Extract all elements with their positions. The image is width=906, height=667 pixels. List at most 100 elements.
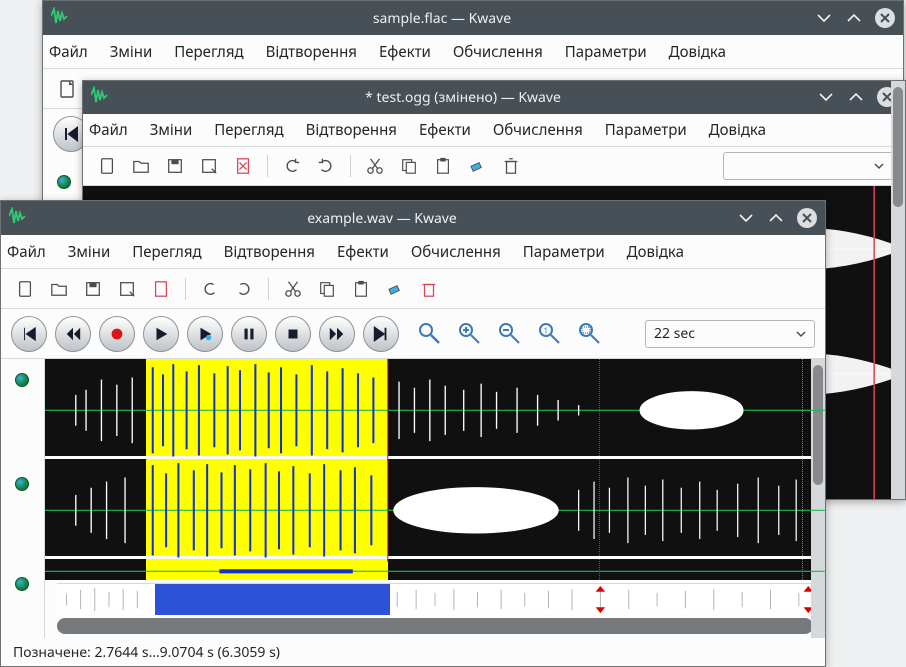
menu-help[interactable]: Довідка — [627, 242, 684, 262]
menu-edit[interactable]: Зміни — [150, 120, 193, 140]
skip-start-button[interactable] — [11, 316, 47, 352]
pause-button[interactable] — [231, 316, 267, 352]
vertical-scrollbar[interactable] — [891, 81, 905, 499]
menu-playback[interactable]: Відтворення — [224, 242, 315, 262]
minimize-icon[interactable] — [737, 209, 755, 227]
cut-icon[interactable] — [363, 154, 387, 178]
waveform — [45, 459, 825, 562]
minimize-icon[interactable] — [817, 88, 835, 106]
menu-view[interactable]: Перегляд — [174, 42, 243, 62]
zoom-combo[interactable] — [723, 152, 893, 180]
menu-help[interactable]: Довідка — [669, 42, 726, 62]
copy-icon[interactable] — [315, 277, 339, 301]
undo-icon[interactable] — [198, 277, 222, 301]
new-icon[interactable] — [95, 154, 119, 178]
save-icon[interactable] — [163, 154, 187, 178]
zoom-combo[interactable]: 22 sec — [645, 320, 815, 348]
toolbar — [83, 147, 905, 186]
overview-bar[interactable] — [57, 583, 813, 615]
menu-view[interactable]: Перегляд — [214, 120, 283, 140]
waveform-area — [1, 359, 825, 638]
close-file-icon[interactable] — [149, 277, 173, 301]
play-loop-button[interactable] — [187, 316, 223, 352]
paste-icon[interactable] — [431, 154, 455, 178]
eraser-icon[interactable] — [383, 277, 407, 301]
time-marker — [802, 359, 803, 456]
redo-icon[interactable] — [314, 154, 338, 178]
maximize-icon[interactable] — [845, 9, 863, 27]
menu-calc[interactable]: Обчислення — [411, 242, 501, 262]
window-title: * test.ogg (змінено) — Kwave — [117, 88, 809, 107]
menu-edit[interactable]: Зміни — [110, 42, 153, 62]
window-title: sample.flac — Kwave — [77, 9, 807, 28]
menu-settings[interactable]: Параметри — [605, 120, 687, 140]
redo-icon[interactable] — [232, 277, 256, 301]
zoom-fit-icon[interactable] — [577, 321, 603, 347]
menu-help[interactable]: Довідка — [709, 120, 766, 140]
zoom-out-icon[interactable] — [497, 321, 523, 347]
separator — [185, 278, 186, 300]
open-icon[interactable] — [129, 154, 153, 178]
menu-effects[interactable]: Ефекти — [419, 120, 471, 140]
save-as-icon[interactable] — [197, 154, 221, 178]
zoom-in-icon[interactable] — [457, 321, 483, 347]
close-icon[interactable] — [875, 8, 895, 28]
minimize-icon[interactable] — [815, 9, 833, 27]
menu-settings[interactable]: Параметри — [565, 42, 647, 62]
eraser-icon[interactable] — [465, 154, 489, 178]
zoom-one-icon[interactable]: 1 — [537, 321, 563, 347]
forward-button[interactable] — [319, 316, 355, 352]
toolbar — [1, 269, 825, 309]
menu-playback[interactable]: Відтворення — [306, 120, 397, 140]
menu-effects[interactable]: Ефекти — [379, 42, 431, 62]
maximize-icon[interactable] — [847, 88, 865, 106]
menu-file[interactable]: Файл — [7, 242, 46, 262]
new-icon[interactable] — [55, 77, 79, 101]
paste-icon[interactable] — [349, 277, 373, 301]
titlebar[interactable]: * test.ogg (змінено) — Kwave — [83, 81, 905, 114]
close-file-icon[interactable] — [231, 154, 255, 178]
copy-icon[interactable] — [397, 154, 421, 178]
record-button[interactable] — [99, 316, 135, 352]
scrollbar-thumb[interactable] — [57, 618, 813, 634]
track-lamp[interactable] — [57, 175, 71, 189]
track-lamp-2[interactable] — [15, 477, 29, 491]
horizontal-scrollbar[interactable] — [57, 618, 813, 634]
menu-view[interactable]: Перегляд — [132, 242, 201, 262]
track-lamp-3[interactable] — [15, 577, 29, 591]
menu-file[interactable]: Файл — [89, 120, 128, 140]
menu-edit[interactable]: Зміни — [68, 242, 111, 262]
status-bar: Позначене: 2.7644 s…9.0704 s (6.3059 s) — [1, 638, 825, 666]
chevron-down-icon — [796, 329, 806, 339]
close-icon[interactable] — [797, 208, 817, 228]
menu-effects[interactable]: Ефекти — [337, 242, 389, 262]
skip-end-button[interactable] — [363, 316, 399, 352]
menu-calc[interactable]: Обчислення — [493, 120, 583, 140]
rewind-button[interactable] — [55, 316, 91, 352]
zoom-select-icon[interactable] — [417, 321, 443, 347]
separator — [350, 155, 351, 177]
cut-icon[interactable] — [281, 277, 305, 301]
titlebar[interactable]: sample.flac — Kwave — [43, 1, 903, 35]
save-as-icon[interactable] — [115, 277, 139, 301]
playback-toolbar: 1 22 sec — [1, 309, 825, 359]
menu-playback[interactable]: Відтворення — [266, 42, 357, 62]
stop-button[interactable] — [275, 316, 311, 352]
undo-icon[interactable] — [280, 154, 304, 178]
play-button[interactable] — [143, 316, 179, 352]
selection-status: Позначене: 2.7644 s…9.0704 s (6.3059 s) — [13, 643, 280, 662]
new-icon[interactable] — [13, 277, 37, 301]
save-icon[interactable] — [81, 277, 105, 301]
delete-icon[interactable] — [499, 154, 523, 178]
track-2[interactable] — [45, 459, 825, 559]
track-1[interactable] — [45, 359, 825, 459]
menu-calc[interactable]: Обчислення — [453, 42, 543, 62]
menu-file[interactable]: Файл — [49, 42, 88, 62]
track-3[interactable] — [45, 559, 825, 583]
track-lamp-1[interactable] — [15, 373, 29, 387]
menu-settings[interactable]: Параметри — [523, 242, 605, 262]
open-icon[interactable] — [47, 277, 71, 301]
delete-icon[interactable] — [417, 277, 441, 301]
titlebar[interactable]: example.wav — Kwave — [1, 201, 825, 235]
maximize-icon[interactable] — [767, 209, 785, 227]
